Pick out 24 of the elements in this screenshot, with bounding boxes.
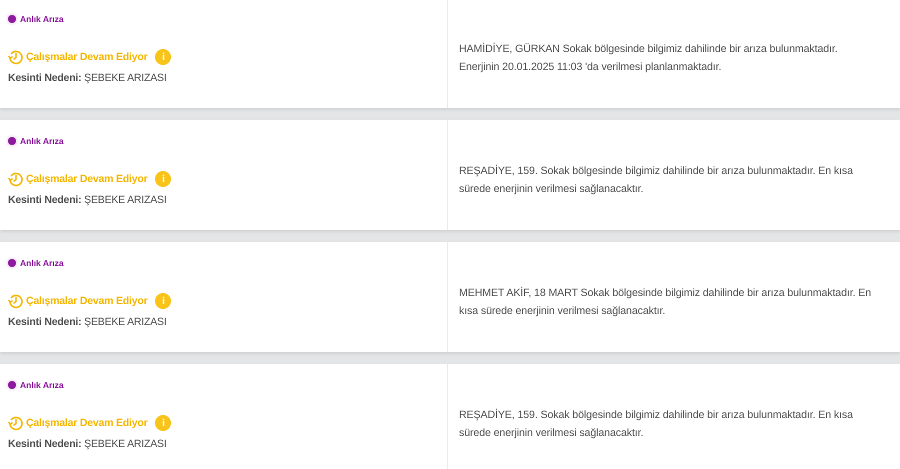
- outage-type: Anlık Arıza: [20, 380, 64, 390]
- outage-description: MEHMET AKİF, 18 MART Sokak bölgesinde bilgimiz dahilinde bir arıza bulunmaktadır. En kısa sürede enerjinin verilmesi sağlanacaktır.: [459, 286, 872, 319]
- outage-type: Anlık Arıza: [20, 14, 64, 24]
- reason-text: Kesinti Nedeni: ŞEBEKE ARIZASI: [8, 194, 168, 206]
- info-icon[interactable]: i: [155, 293, 172, 309]
- status-text: Çalışmalar Devam Ediyor: [26, 417, 148, 429]
- status-text: Çalışmalar Devam Ediyor: [26, 51, 148, 63]
- info-icon[interactable]: i: [155, 415, 172, 431]
- status-text: Çalışmalar Devam Ediyor: [26, 173, 148, 185]
- clock-icon: [8, 415, 24, 431]
- outage-type: Anlık Arıza: [20, 136, 64, 146]
- reason-text: Kesinti Nedeni: ŞEBEKE ARIZASI: [8, 438, 168, 450]
- clock-icon: [8, 49, 24, 65]
- clock-icon: [8, 293, 24, 309]
- status-text: Çalışmalar Devam Ediyor: [26, 295, 148, 307]
- outage-description: HAMİDİYE, GÜRKAN Sokak bölgesinde bilgimiz dahilinde bir arıza bulunmaktadır. Enerjinin 20.01.2025 11:03 'da verilmesi planlanmaktadır.: [459, 42, 839, 75]
- outage-description: REŞADİYE, 159. Sokak bölgesinde bilgimiz dahilinde bir arıza bulunmaktadır. En kısa sürede enerjinin verilmesi sağlanacaktır.: [459, 408, 854, 441]
- info-icon[interactable]: i: [155, 171, 172, 187]
- info-icon[interactable]: i: [155, 49, 172, 65]
- clock-icon: [8, 171, 24, 187]
- reason-text: Kesinti Nedeni: ŞEBEKE ARIZASI: [8, 72, 168, 84]
- outage-type: Anlık Arıza: [20, 258, 64, 268]
- outage-description: REŞADİYE, 159. Sokak bölgesinde bilgimiz dahilinde bir arıza bulunmaktadır. En kısa sürede enerjinin verilmesi sağlanacaktır.: [459, 164, 854, 197]
- reason-text: Kesinti Nedeni: ŞEBEKE ARIZASI: [8, 316, 168, 328]
